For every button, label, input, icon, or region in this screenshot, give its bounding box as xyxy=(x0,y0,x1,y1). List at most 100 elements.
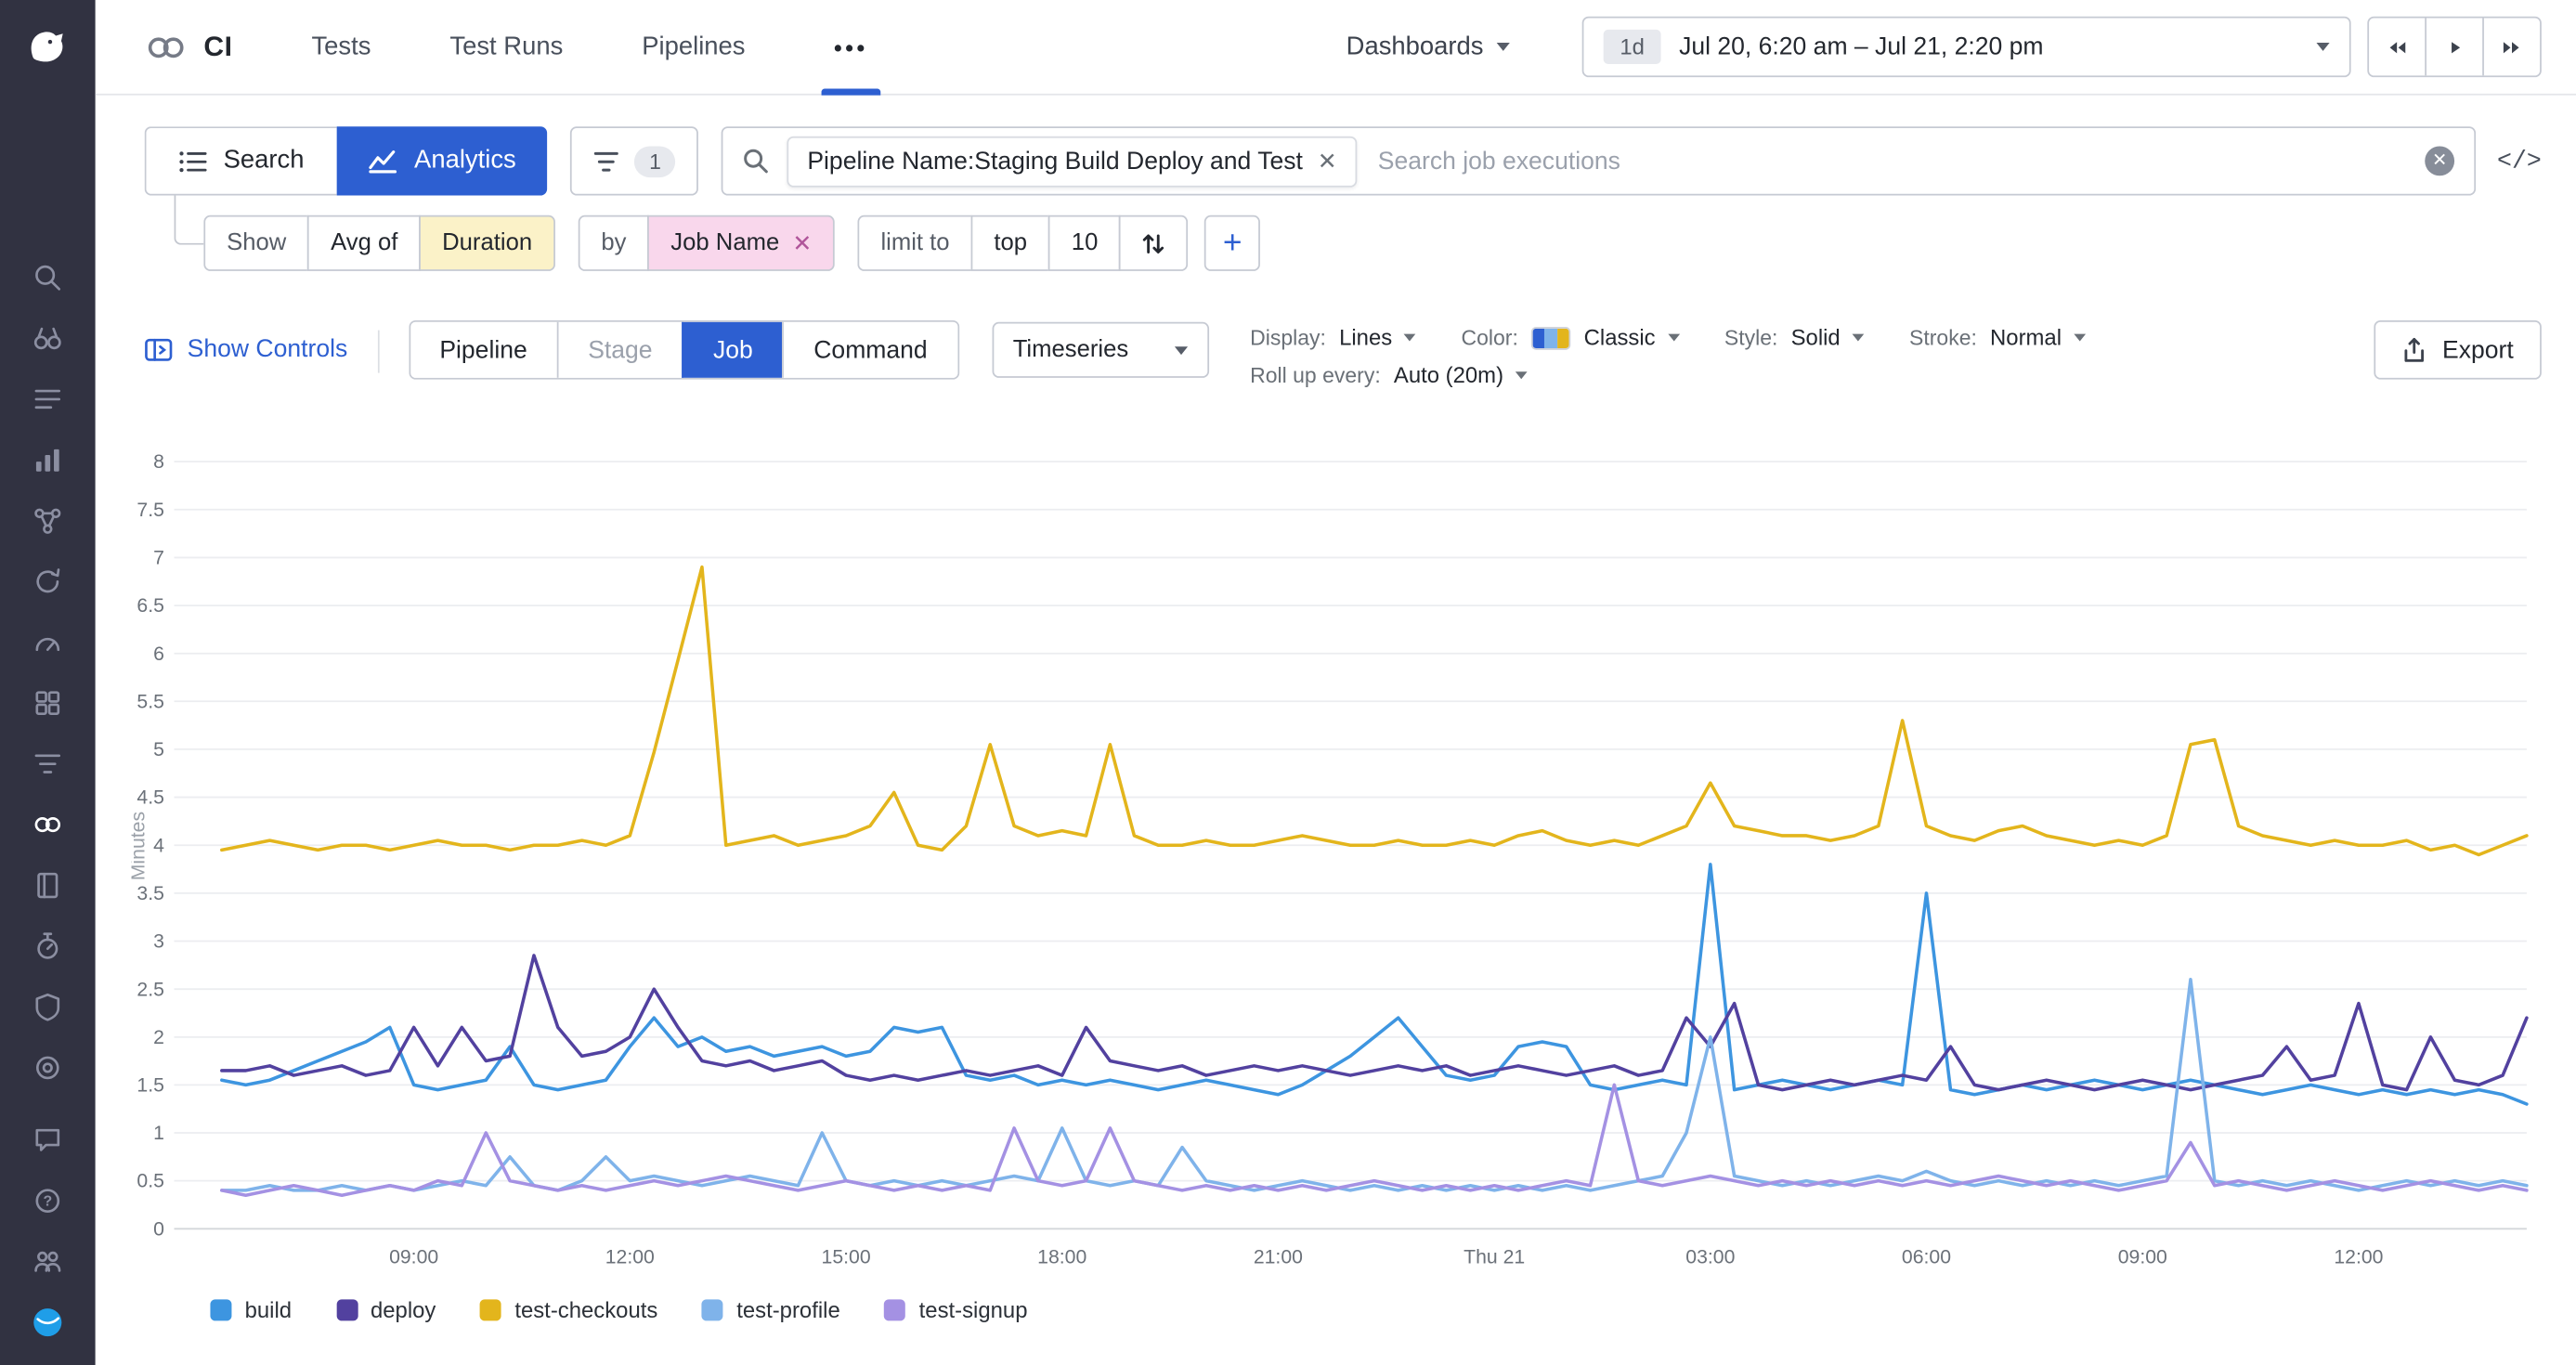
limit-value-input[interactable]: 10 xyxy=(1048,215,1121,271)
svg-text:7.5: 7.5 xyxy=(137,500,164,521)
analytics-mode-button[interactable]: Analytics xyxy=(337,126,548,195)
notebooks-icon[interactable] xyxy=(0,854,96,915)
aggregation-select[interactable]: Avg of xyxy=(307,215,421,271)
magnifier-icon xyxy=(743,148,769,174)
query-connector xyxy=(175,196,204,245)
legend-swatch xyxy=(210,1299,231,1320)
ci-pipelines-icon[interactable] xyxy=(0,793,96,853)
svg-text:12:00: 12:00 xyxy=(2334,1246,2383,1268)
add-query-button[interactable]: + xyxy=(1204,215,1260,271)
filters-button[interactable]: 1 xyxy=(570,126,698,195)
shift-forward-button[interactable] xyxy=(2482,18,2540,75)
group-by-select[interactable]: Job Name✕ xyxy=(648,215,835,271)
level-tabs: Pipeline Stage Job Command xyxy=(409,320,959,380)
svg-text:5.5: 5.5 xyxy=(137,691,164,712)
datadog-logo-icon[interactable] xyxy=(0,0,96,96)
legend-label: test-checkouts xyxy=(514,1298,657,1323)
chart-legend: build deploy test-checkouts test-profile tes… xyxy=(210,1298,2576,1323)
limit-group: limit to top 10 xyxy=(858,215,1189,271)
search-input[interactable] xyxy=(1374,146,2407,177)
filter-icon xyxy=(593,149,619,174)
legend-item[interactable]: deploy xyxy=(336,1298,436,1323)
search-mode-button[interactable]: Search xyxy=(145,126,337,195)
remove-filter-icon[interactable]: ✕ xyxy=(1318,150,1337,173)
svg-text:6: 6 xyxy=(153,644,164,665)
svg-text:3.5: 3.5 xyxy=(137,883,164,904)
display-select[interactable]: Lines xyxy=(1339,325,1417,350)
play-button[interactable] xyxy=(2425,18,2482,75)
sidebar: ? xyxy=(0,0,96,1365)
nav-tab-pipelines[interactable]: Pipelines xyxy=(642,32,745,61)
timeseries-chart[interactable]: 00.511.522.533.544.555.566.577.5809:0012… xyxy=(132,432,2530,1286)
nav-tab-more[interactable]: ••• xyxy=(817,0,884,95)
nav-tab-test-runs[interactable]: Test Runs xyxy=(449,32,563,61)
svg-text:0.5: 0.5 xyxy=(137,1171,164,1192)
color-select[interactable]: Classic xyxy=(1584,325,1681,350)
tab-pipeline[interactable]: Pipeline xyxy=(410,322,556,378)
support-chat-icon[interactable] xyxy=(0,1109,96,1169)
search-toolbar: Search Analytics 1 Pipeline Name:Staging… xyxy=(145,126,2542,195)
organization-icon[interactable] xyxy=(0,1230,96,1291)
sort-order-button[interactable] xyxy=(1119,215,1188,271)
serverless-icon[interactable] xyxy=(0,1036,96,1097)
search-icon[interactable] xyxy=(0,246,96,306)
legend-item[interactable]: test-checkouts xyxy=(480,1298,657,1323)
measure-select[interactable]: Duration xyxy=(419,215,555,271)
visualization-select[interactable]: Timeseries xyxy=(992,322,1209,378)
by-label: by xyxy=(579,215,650,271)
remove-group-by-icon[interactable]: ✕ xyxy=(792,229,812,257)
product-title: CI xyxy=(203,31,232,63)
host-map-icon[interactable] xyxy=(0,307,96,368)
tab-command[interactable]: Command xyxy=(783,322,957,378)
search-field[interactable]: Pipeline Name:Staging Build Deploy and T… xyxy=(722,126,2476,195)
stroke-select[interactable]: Normal xyxy=(1990,325,2087,350)
synthetics-icon[interactable] xyxy=(0,551,96,611)
svg-text:21:00: 21:00 xyxy=(1254,1246,1303,1268)
chevron-down-icon xyxy=(2316,43,2329,51)
display-settings: Display:Lines Color:Classic Style:Solid … xyxy=(1250,320,2130,388)
search-filter-pill[interactable]: Pipeline Name:Staging Build Deploy and T… xyxy=(787,136,1357,187)
legend-item[interactable]: test-profile xyxy=(702,1298,840,1323)
help-icon[interactable]: ? xyxy=(0,1170,96,1230)
watchdog-icon[interactable] xyxy=(0,611,96,671)
time-shift-controls xyxy=(2367,17,2542,77)
user-avatar[interactable] xyxy=(0,1292,96,1352)
style-select[interactable]: Solid xyxy=(1791,325,1866,350)
svg-text:15:00: 15:00 xyxy=(822,1246,871,1268)
svg-text:1.5: 1.5 xyxy=(137,1074,164,1096)
infrastructure-icon[interactable] xyxy=(0,672,96,733)
svg-text:5: 5 xyxy=(153,739,164,760)
time-range-picker[interactable]: 1d Jul 20, 6:20 am – Jul 21, 2:20 pm xyxy=(1582,17,2351,77)
legend-item[interactable]: build xyxy=(210,1298,292,1323)
chevron-down-icon xyxy=(1175,345,1188,354)
chevron-down-icon xyxy=(1668,334,1680,342)
legend-item[interactable]: test-signup xyxy=(885,1298,1028,1323)
security-icon[interactable] xyxy=(0,976,96,1036)
tab-job[interactable]: Job xyxy=(682,322,782,378)
code-view-icon[interactable]: </> xyxy=(2497,147,2542,175)
metrics-icon[interactable] xyxy=(0,429,96,489)
line-chart-icon xyxy=(369,149,398,174)
active-tab-indicator xyxy=(821,88,881,95)
nav-tab-tests[interactable]: Tests xyxy=(311,32,371,61)
tab-stage[interactable]: Stage xyxy=(557,322,683,378)
svg-text:8: 8 xyxy=(153,451,164,473)
color-palette-icon xyxy=(1531,326,1570,349)
limit-type-select[interactable]: top xyxy=(971,215,1050,271)
legend-label: test-profile xyxy=(736,1298,840,1323)
export-button[interactable]: Export xyxy=(2374,320,2542,380)
dashboards-menu[interactable]: Dashboards xyxy=(1347,32,1510,61)
rollup-label: Roll up every: xyxy=(1250,363,1381,388)
svg-text:0: 0 xyxy=(153,1218,164,1240)
monitors-icon[interactable] xyxy=(0,733,96,793)
apm-icon[interactable] xyxy=(0,489,96,550)
shift-back-button[interactable] xyxy=(2369,18,2425,75)
tests-icon[interactable] xyxy=(0,915,96,975)
rollup-select[interactable]: Auto (20m) xyxy=(1394,363,1529,388)
svg-text:06:00: 06:00 xyxy=(1902,1246,1951,1268)
clear-search-icon[interactable]: ✕ xyxy=(2425,146,2454,176)
show-controls-link[interactable]: Show Controls xyxy=(145,335,348,363)
svg-text:?: ? xyxy=(43,1193,52,1209)
svg-text:2.5: 2.5 xyxy=(137,979,164,1000)
logs-icon[interactable] xyxy=(0,368,96,428)
